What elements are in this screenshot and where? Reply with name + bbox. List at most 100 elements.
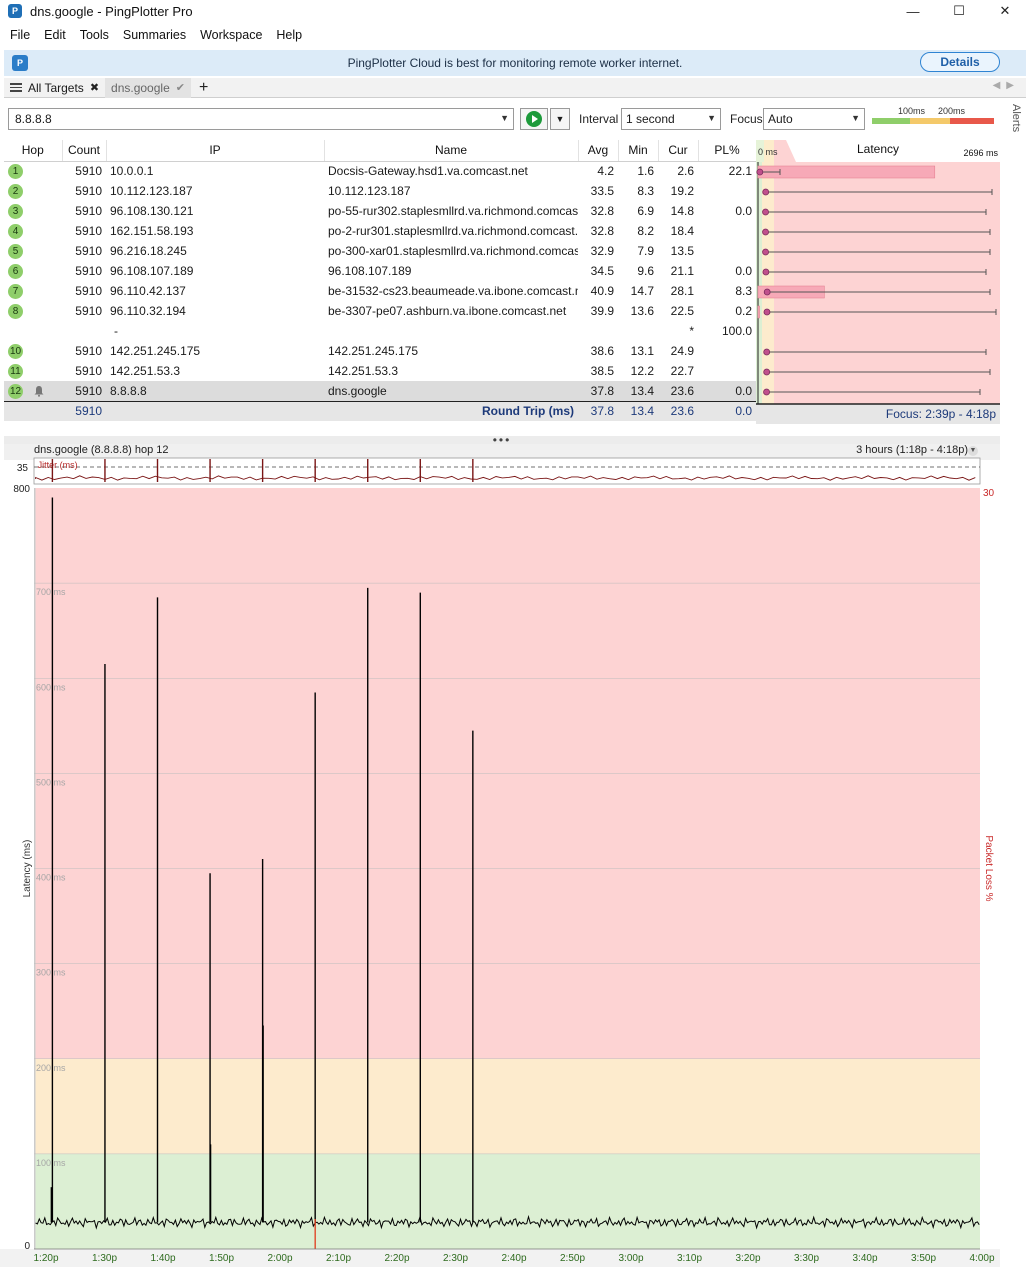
hop-number-badge: 1: [8, 164, 23, 180]
x-tick-label: 2:30p: [443, 1253, 468, 1264]
cell-cur: 23.6: [658, 381, 698, 401]
interval-select[interactable]: 1 second ▼: [621, 108, 721, 130]
tab-scroll-arrows[interactable]: ◀▶: [993, 80, 1020, 91]
table-row[interactable]: 1 5910 10.0.0.1 Docsis-Gateway.hsd1.va.comc…: [4, 161, 756, 181]
cell-cur: 22.7: [658, 361, 698, 381]
value-count: 5910: [75, 304, 102, 318]
cell-avg: 33.5: [578, 181, 618, 201]
minimize-icon[interactable]: —: [890, 0, 936, 22]
table-row[interactable]: 11 5910 142.251.53.3 142.251.53.3 38.5 12.2 22…: [4, 361, 756, 381]
cell-pl: [698, 361, 756, 381]
table-row[interactable]: 7 5910 96.110.42.137 be-31532-cs23.beaumead…: [4, 281, 756, 301]
value-name: 142.251.53.3: [328, 364, 399, 378]
close-icon[interactable]: ✕: [982, 0, 1028, 22]
start-options-dropdown[interactable]: ▼: [550, 108, 570, 130]
latency-avg-marker: [763, 288, 771, 296]
menu-workspace[interactable]: Workspace: [194, 28, 268, 42]
focus-select[interactable]: Auto ▼: [763, 108, 865, 130]
packet-loss-bar: [757, 305, 760, 319]
table-row[interactable]: - * 100.0: [4, 321, 756, 341]
tab-dns-google[interactable]: dns.google ✔: [105, 77, 191, 98]
x-tick-label: 3:30p: [794, 1253, 819, 1264]
value-name: Docsis-Gateway.hsd1.va.comcast.net: [328, 164, 528, 179]
table-row[interactable]: 2 5910 10.112.123.187 10.112.123.187 33.5 8.3…: [4, 181, 756, 201]
maximize-icon[interactable]: ☐: [936, 0, 982, 22]
cell-name: Round Trip (ms): [324, 400, 578, 421]
latency-avg-marker: [762, 228, 769, 236]
cell-min: 12.2: [618, 361, 658, 381]
menu-tools[interactable]: Tools: [74, 28, 115, 42]
menu-file[interactable]: File: [4, 28, 36, 42]
jitter-label: Jitter (ms): [38, 460, 78, 470]
add-tab-icon[interactable]: +: [199, 79, 208, 97]
value-count: 5910: [75, 364, 102, 378]
table-row[interactable]: 10 5910 142.251.245.175 142.251.245.175 38.6…: [4, 341, 756, 361]
cell-pl: [698, 241, 756, 261]
cell-pl: [698, 221, 756, 241]
interval-label: Interval: [579, 112, 619, 126]
cell-hop: [4, 321, 62, 341]
cell-ip: 142.251.53.3: [106, 361, 324, 381]
value-cur: 14.8: [670, 204, 694, 218]
table-row[interactable]: 6 5910 96.108.107.189 96.108.107.189 34.5 9.6…: [4, 261, 756, 281]
cell-min: 9.6: [618, 261, 658, 281]
table-row[interactable]: 3 5910 96.108.130.121 po-55-rur302.staplesm…: [4, 201, 756, 221]
value-ip: 8.8.8.8: [110, 383, 147, 398]
col-cur[interactable]: Cur: [658, 140, 699, 162]
cell-count: 5910: [62, 381, 106, 401]
start-trace-button[interactable]: [520, 108, 548, 130]
pane-splitter[interactable]: •••: [4, 433, 1000, 447]
menu-summaries[interactable]: Summaries: [117, 28, 192, 42]
value-ip: 10.112.123.187: [110, 184, 193, 198]
col-pl[interactable]: PL%: [698, 140, 757, 162]
cell-hop: 7: [4, 281, 62, 301]
value-cur: 19.2: [670, 184, 694, 198]
chevron-down-icon[interactable]: ▼: [968, 446, 978, 456]
col-min[interactable]: Min: [618, 140, 659, 162]
value-min: 13.4: [630, 383, 654, 398]
table-row[interactable]: 4 5910 162.151.58.193 po-2-rur301.staplesml…: [4, 221, 756, 241]
cell-avg: 32.9: [578, 241, 618, 261]
window-controls: — ☐ ✕: [890, 0, 1028, 22]
cell-cur: 24.9: [658, 341, 698, 361]
value-name: po-300-xar01.staplesmllrd.va.richmond.co…: [328, 244, 578, 258]
focus-range-label: Focus: 2:39p - 4:18p: [886, 407, 996, 421]
legend-100ms: 100ms: [898, 106, 926, 116]
cell-hop: 6: [4, 261, 62, 281]
summary-row[interactable]: 5910 Round Trip (ms) 37.8 13.4 23.6 0.0: [4, 400, 756, 421]
col-hop[interactable]: Hop: [4, 140, 63, 162]
close-tab-icon[interactable]: ✖: [90, 81, 99, 94]
time-range-selector[interactable]: 3 hours (1:18p - 4:18p): [856, 444, 968, 456]
value-pl: 0.2: [735, 304, 752, 318]
value-ip: 96.110.32.194: [110, 304, 186, 318]
toolbar: 8.8.8.8 ▼ ▼ Interval 1 second ▼ Focus Au…: [4, 104, 1000, 134]
target-input[interactable]: 8.8.8.8 ▼: [8, 108, 514, 130]
col-count[interactable]: Count: [62, 140, 107, 162]
alerts-side-tab[interactable]: Alerts: [1006, 104, 1022, 144]
summary-min: 13.4: [630, 404, 654, 419]
cell-pl: [698, 341, 756, 361]
table-row[interactable]: 5 5910 96.216.18.245 po-300-xar01.staplesml…: [4, 241, 756, 261]
col-name[interactable]: Name: [324, 140, 579, 162]
col-avg[interactable]: Avg: [578, 140, 619, 162]
table-row[interactable]: 8 5910 96.110.32.194 be-3307-pe07.ashburn.v…: [4, 301, 756, 321]
bell-icon[interactable]: [33, 385, 45, 397]
summary-name: Round Trip (ms): [482, 404, 574, 419]
value-cur: *: [689, 324, 694, 338]
hop-number-badge: 4: [8, 224, 23, 239]
tab-all-targets[interactable]: All Targets ✖: [4, 78, 105, 98]
tab-dns-google-label: dns.google: [111, 80, 170, 95]
y-tick-label: 500 ms: [36, 777, 66, 787]
details-button[interactable]: Details: [920, 52, 1000, 72]
value-ip: 142.251.53.3: [110, 364, 181, 378]
table-row[interactable]: 12 5910 8.8.8.8 dns.google 37.8 13.4 23.6 0.0: [4, 381, 756, 401]
cell-cur: 21.1: [658, 261, 698, 281]
value-cur: 2.6: [677, 164, 694, 179]
value-cur: 21.1: [670, 264, 694, 278]
chevron-down-icon[interactable]: ▼: [500, 113, 509, 123]
menu-edit[interactable]: Edit: [38, 28, 72, 42]
col-ip[interactable]: IP: [106, 140, 325, 162]
value-min: 1.6: [637, 164, 654, 179]
latency-avg-marker: [762, 208, 769, 216]
menu-help[interactable]: Help: [270, 28, 308, 42]
